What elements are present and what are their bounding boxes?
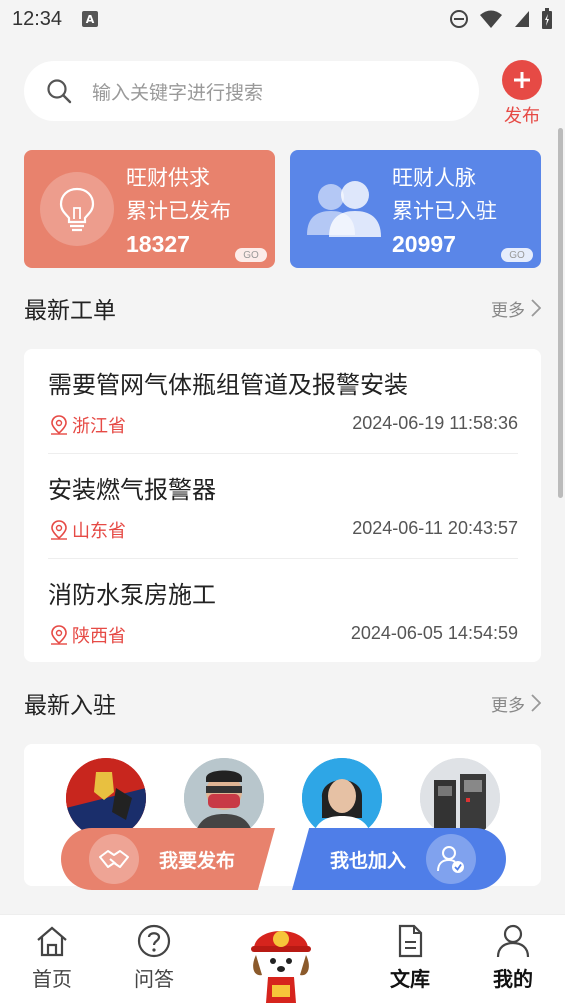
chevron-right-icon	[531, 694, 541, 712]
order-location: 陕西省	[50, 622, 126, 648]
question-icon	[137, 924, 171, 958]
order-time: 2024-06-05 14:54:59	[350, 623, 518, 643]
do-not-disturb-icon	[450, 10, 468, 28]
orders-title: 最新工单	[24, 298, 116, 324]
network-title: 旺财人脉	[392, 166, 476, 190]
members-more-link[interactable]: 更多	[491, 691, 541, 716]
nav-library[interactable]: 文库	[370, 923, 450, 992]
order-item[interactable]: 需要管网气体瓶组管道及报警安装 浙江省 2024-06-19 11:58:36	[48, 349, 518, 454]
nav-home[interactable]: 首页	[12, 923, 92, 992]
home-icon	[37, 926, 67, 957]
supply-count: 18327	[126, 231, 190, 257]
status-time: 12:34	[12, 7, 63, 30]
order-province: 浙江省	[72, 416, 126, 437]
status-icons	[449, 8, 553, 30]
orders-header: 最新工单 更多	[24, 290, 541, 326]
bottom-nav: 首页 问答 文库 我的	[0, 914, 565, 1004]
header: 输入关键字进行搜索 发布	[0, 38, 565, 128]
search-input[interactable]: 输入关键字进行搜索	[24, 61, 479, 121]
people-icon	[300, 172, 390, 246]
order-province: 山东省	[72, 521, 126, 542]
lightbulb-icon	[40, 172, 114, 246]
order-title: 安装燃气报警器	[48, 476, 216, 504]
order-time: 2024-06-19 11:58:36	[352, 413, 518, 433]
member-avatar[interactable]	[302, 758, 382, 838]
member-avatar[interactable]	[66, 758, 146, 838]
order-province: 陕西省	[72, 626, 126, 647]
document-icon	[398, 924, 423, 958]
publish-label: 发布	[504, 106, 540, 127]
nav-label: 首页	[32, 967, 72, 991]
orders-list: 需要管网气体瓶组管道及报警安装 浙江省 2024-06-19 11:58:36 …	[24, 349, 541, 662]
more-label: 更多	[491, 300, 525, 321]
status-bar: 12:34 A	[0, 0, 565, 38]
network-count: 20997	[392, 231, 456, 257]
member-avatar[interactable]	[420, 758, 500, 838]
signal-icon	[515, 11, 529, 27]
order-title: 消防水泵房施工	[48, 581, 216, 609]
orders-more-link[interactable]: 更多	[491, 296, 541, 321]
order-item[interactable]: 安装燃气报警器 山东省 2024-06-11 20:43:57	[48, 454, 518, 559]
order-location: 浙江省	[50, 412, 126, 438]
location-pin-icon	[51, 520, 67, 540]
supply-demand-card[interactable]: 旺财供求 累计已发布 18327 GO	[24, 150, 275, 268]
network-card[interactable]: 旺财人脉 累计已入驻 20997 GO	[290, 150, 541, 268]
nav-label: 我的	[493, 967, 533, 991]
join-action-label: 我也加入	[330, 849, 407, 872]
chevron-right-icon	[531, 299, 541, 317]
nav-qa[interactable]: 问答	[114, 923, 194, 992]
members-title: 最新入驻	[24, 693, 116, 719]
battery-icon	[542, 8, 552, 29]
supply-subtitle: 累计已发布	[126, 199, 231, 223]
handshake-icon	[89, 834, 139, 884]
scrollbar[interactable]	[558, 128, 563, 498]
user-icon	[496, 924, 530, 958]
user-check-icon	[426, 834, 477, 884]
go-badge: GO	[235, 248, 267, 262]
search-icon	[47, 79, 72, 104]
nav-label: 文库	[390, 967, 430, 991]
i-want-to-publish-button[interactable]: 我要发布	[61, 828, 275, 890]
publish-button[interactable]: 发布	[500, 60, 544, 128]
plus-icon	[502, 60, 542, 100]
wifi-icon	[480, 10, 502, 28]
nav-label: 问答	[134, 967, 174, 991]
order-time: 2024-06-11 20:43:57	[352, 518, 518, 538]
mascot-icon[interactable]	[248, 915, 314, 1003]
member-avatar[interactable]	[184, 758, 264, 838]
go-badge: GO	[501, 248, 533, 262]
location-pin-icon	[51, 625, 67, 645]
order-item[interactable]: 消防水泵房施工 陕西省 2024-06-05 14:54:59	[48, 559, 518, 664]
location-pin-icon	[51, 415, 67, 435]
network-subtitle: 累计已入驻	[392, 199, 497, 223]
more-label: 更多	[491, 695, 525, 716]
order-title: 需要管网气体瓶组管道及报警安装	[48, 371, 408, 399]
notification-a-icon: A	[82, 11, 99, 27]
i-want-to-join-button[interactable]: 我也加入	[292, 828, 506, 890]
order-location: 山东省	[50, 517, 126, 543]
members-header: 最新入驻 更多	[24, 685, 541, 721]
search-placeholder: 输入关键字进行搜索	[92, 81, 264, 104]
publish-action-label: 我要发布	[159, 849, 236, 872]
supply-title: 旺财供求	[126, 166, 210, 190]
nav-mine[interactable]: 我的	[473, 923, 553, 992]
